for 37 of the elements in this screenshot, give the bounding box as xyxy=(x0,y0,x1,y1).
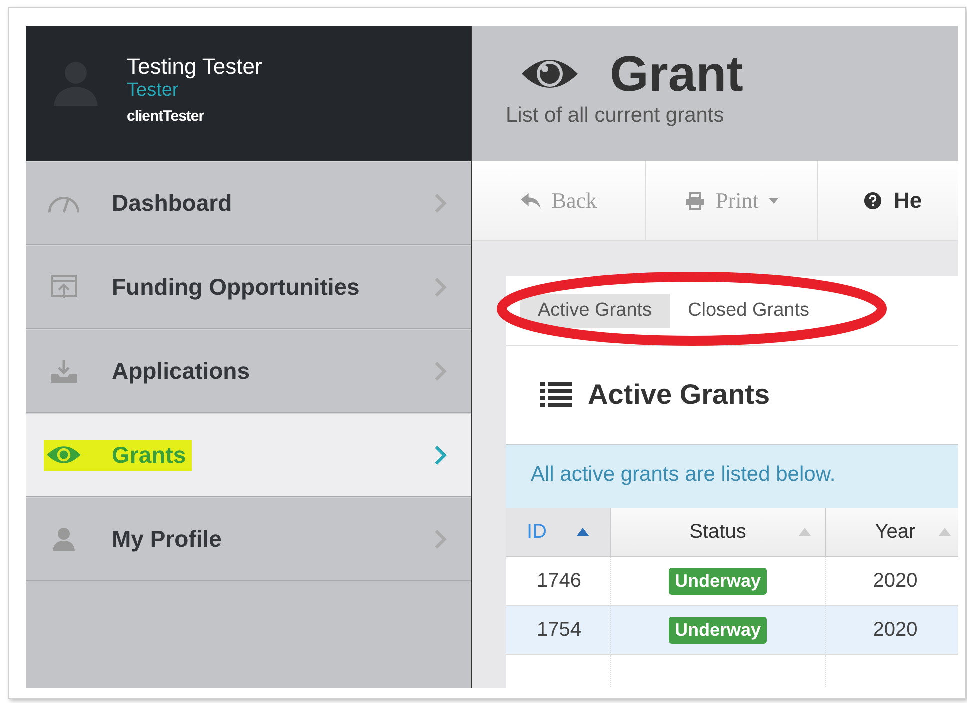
chevron-icon xyxy=(434,444,447,466)
caret-icon xyxy=(768,198,779,204)
nav-item[interactable]: Dashboard xyxy=(26,161,471,245)
panel-title: Active Grants xyxy=(588,379,770,411)
nav-label: Applications xyxy=(112,358,250,384)
info-text: All active grants are listed below. xyxy=(531,463,836,486)
nav-label: My Profile xyxy=(112,526,222,552)
username: clientTester xyxy=(127,108,206,125)
user-name: Testing Tester xyxy=(127,54,262,80)
status-badge: Underway xyxy=(668,616,768,644)
chevron-icon xyxy=(434,360,447,382)
printer-icon xyxy=(684,192,706,210)
user-role: Tester xyxy=(127,80,180,102)
sort-icon xyxy=(577,528,589,536)
page-subtitle: List of all current grants xyxy=(506,104,724,127)
help-icon xyxy=(862,192,884,210)
chevron-icon xyxy=(434,276,447,298)
nav-label: Dashboard xyxy=(112,190,232,216)
page-title: Grant xyxy=(610,45,744,104)
column-header[interactable]: Status xyxy=(611,508,826,557)
help-button[interactable]: He xyxy=(818,161,958,240)
chevron-icon xyxy=(434,528,447,550)
chevron-icon xyxy=(434,192,447,214)
column-header[interactable]: Year xyxy=(826,508,958,557)
nav-label: Funding Opportunities xyxy=(112,274,360,300)
nav-item[interactable]: Applications xyxy=(26,329,471,413)
table-cell: 2020 xyxy=(826,606,958,655)
tab[interactable]: Active Grants xyxy=(520,294,670,328)
reply-arrow-icon xyxy=(520,192,542,210)
status-badge: Underway xyxy=(668,568,768,594)
sort-icon xyxy=(799,528,811,536)
nav-label: Grants xyxy=(112,442,186,468)
table-cell: 1754 xyxy=(506,606,611,655)
nav-item[interactable]: Funding Opportunities xyxy=(26,245,471,329)
nav-item[interactable]: My Profile xyxy=(26,497,471,581)
list-icon xyxy=(540,381,572,409)
sort-icon xyxy=(939,528,951,536)
